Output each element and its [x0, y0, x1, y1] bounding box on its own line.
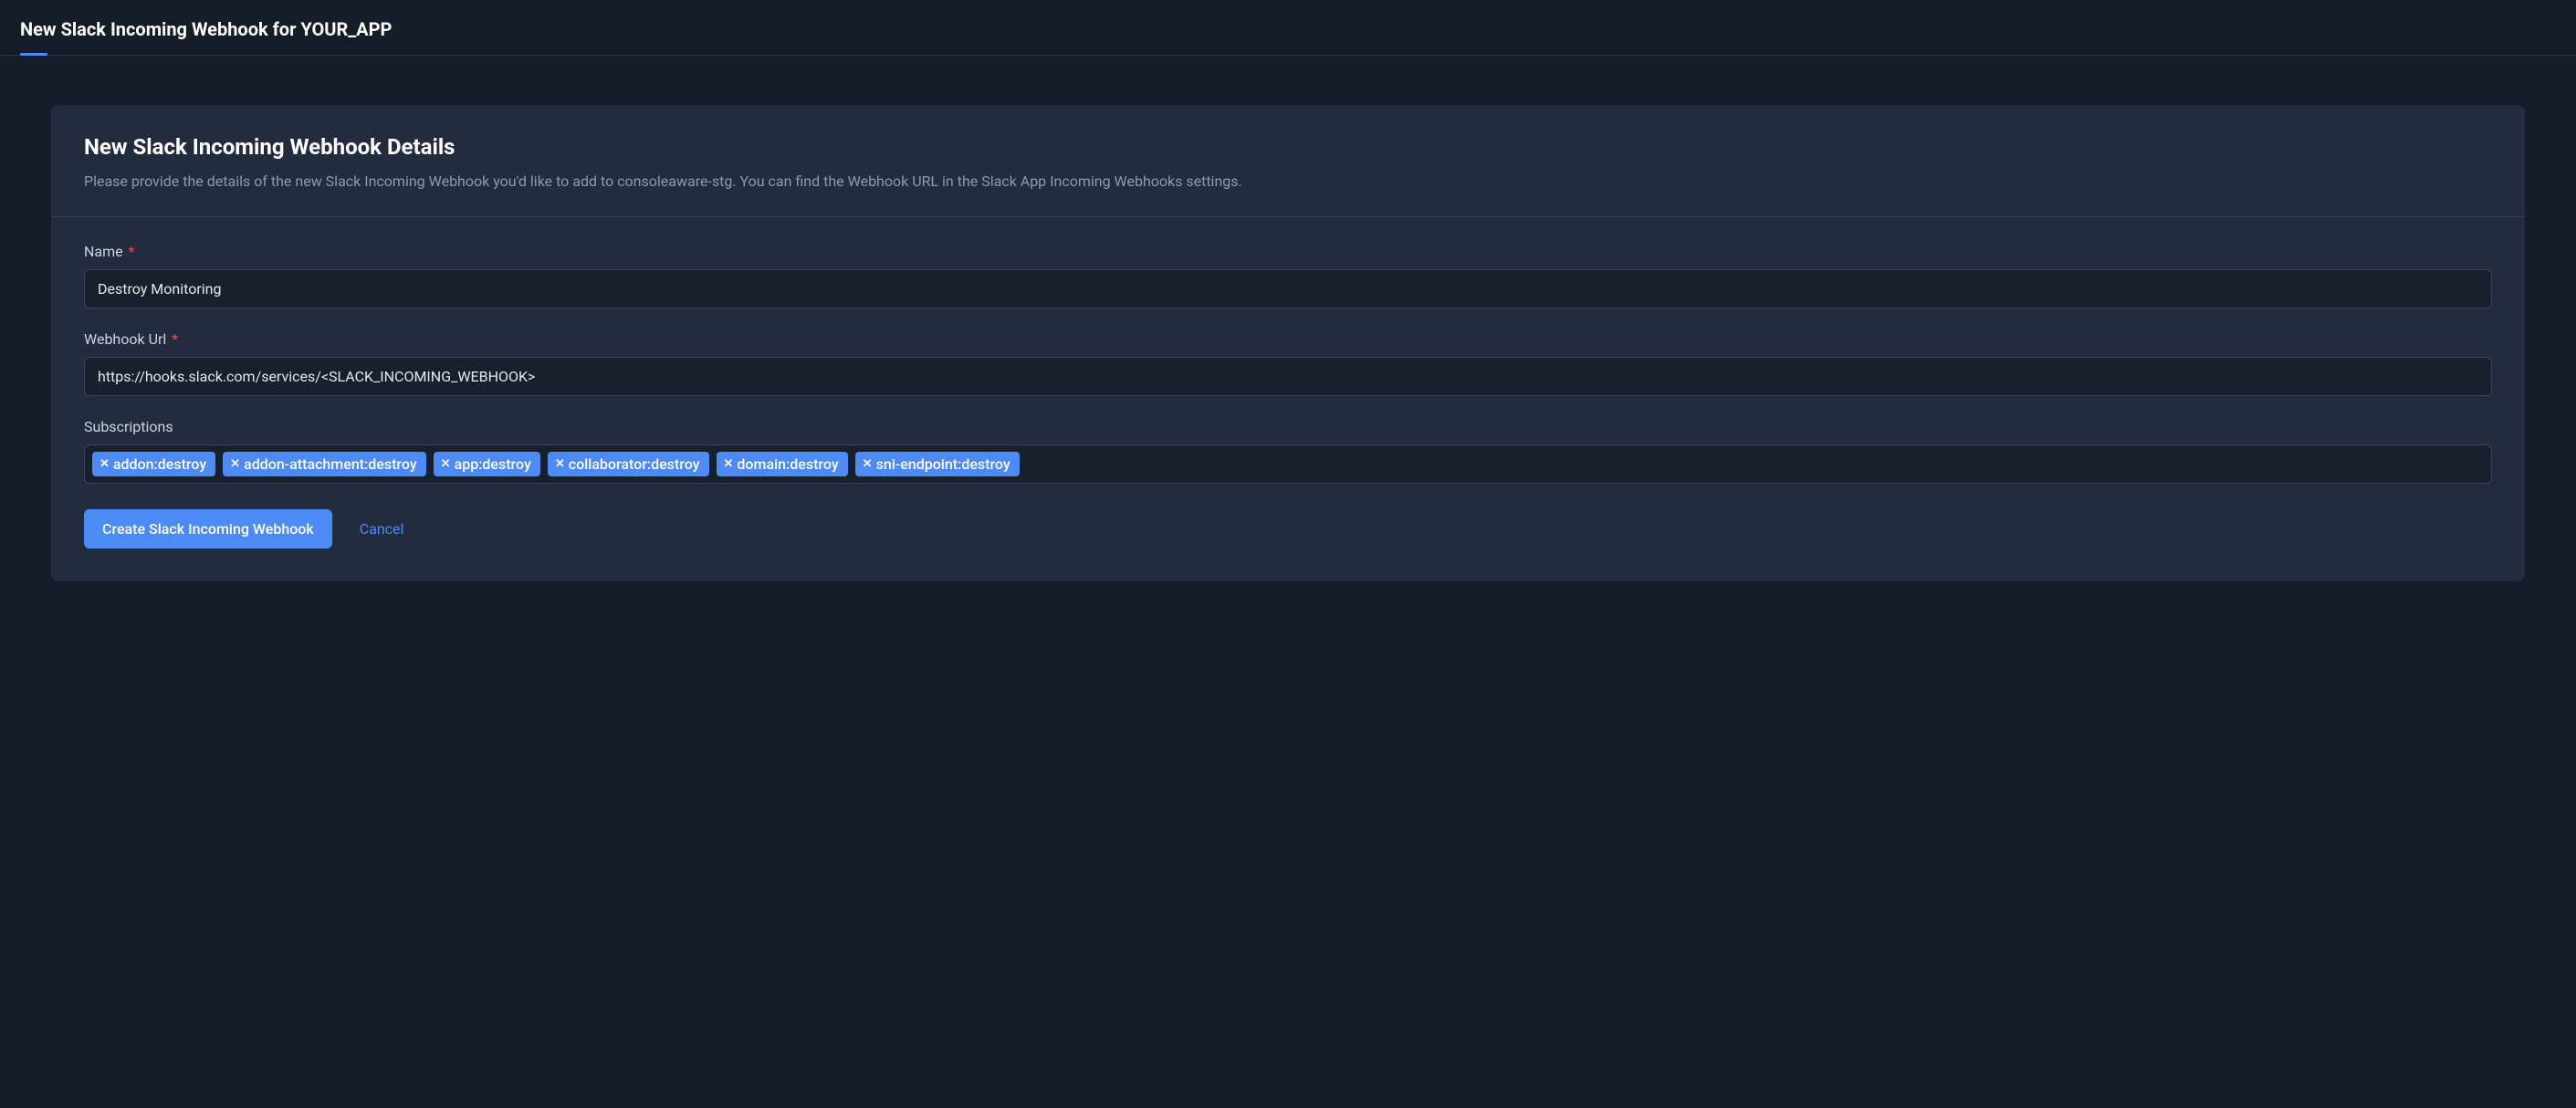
webhook-url-input[interactable] [84, 357, 2492, 396]
required-marker: * [172, 330, 178, 348]
subscription-tag: ✕ domain:destroy [717, 452, 848, 476]
subscriptions-field-group: Subscriptions ✕ addon:destroy ✕ addon-at… [84, 418, 2492, 484]
name-label-text: Name [84, 243, 123, 260]
subscription-tag: ✕ addon-attachment:destroy [223, 452, 426, 476]
subscription-tag: ✕ addon:destroy [92, 452, 215, 476]
subscription-tag: ✕ sni-endpoint:destroy [855, 452, 1020, 476]
active-tab-indicator [20, 53, 47, 56]
webhook-url-label-text: Webhook Url [84, 330, 166, 348]
card-title: New Slack Incoming Webhook Details [84, 134, 2492, 160]
close-icon[interactable]: ✕ [230, 458, 240, 470]
page-title: New Slack Incoming Webhook for YOUR_APP [20, 18, 2556, 40]
card-header: New Slack Incoming Webhook Details Pleas… [51, 105, 2525, 217]
close-icon[interactable]: ✕ [863, 458, 873, 470]
card-body: Name * Webhook Url * Subscriptions ✕ add… [51, 217, 2525, 581]
subscription-tag: ✕ app:destroy [434, 452, 540, 476]
page-header: New Slack Incoming Webhook for YOUR_APP [0, 0, 2576, 56]
tag-label: app:destroy [455, 455, 531, 473]
close-icon[interactable]: ✕ [99, 458, 110, 470]
cancel-button[interactable]: Cancel [360, 520, 404, 538]
subscriptions-input[interactable]: ✕ addon:destroy ✕ addon-attachment:destr… [84, 444, 2492, 484]
close-icon[interactable]: ✕ [724, 458, 734, 470]
name-label: Name * [84, 243, 2492, 260]
close-icon[interactable]: ✕ [555, 458, 565, 470]
tag-label: collaborator:destroy [569, 455, 700, 473]
card-subtitle: Please provide the details of the new Sl… [84, 171, 2492, 193]
tag-label: addon:destroy [113, 455, 206, 473]
tag-label: addon-attachment:destroy [244, 455, 417, 473]
create-webhook-button[interactable]: Create Slack Incoming Webhook [84, 509, 332, 549]
name-input[interactable] [84, 269, 2492, 308]
required-marker: * [129, 243, 135, 260]
form-card: New Slack Incoming Webhook Details Pleas… [51, 105, 2525, 581]
close-icon[interactable]: ✕ [441, 458, 451, 470]
form-actions: Create Slack Incoming Webhook Cancel [84, 509, 2492, 549]
content-wrapper: New Slack Incoming Webhook Details Pleas… [0, 56, 2576, 631]
tag-label: domain:destroy [737, 455, 838, 473]
name-field-group: Name * [84, 243, 2492, 308]
webhook-url-field-group: Webhook Url * [84, 330, 2492, 396]
webhook-url-label: Webhook Url * [84, 330, 2492, 348]
subscription-tag: ✕ collaborator:destroy [548, 452, 709, 476]
tag-label: sni-endpoint:destroy [876, 455, 1011, 473]
subscriptions-label: Subscriptions [84, 418, 2492, 435]
